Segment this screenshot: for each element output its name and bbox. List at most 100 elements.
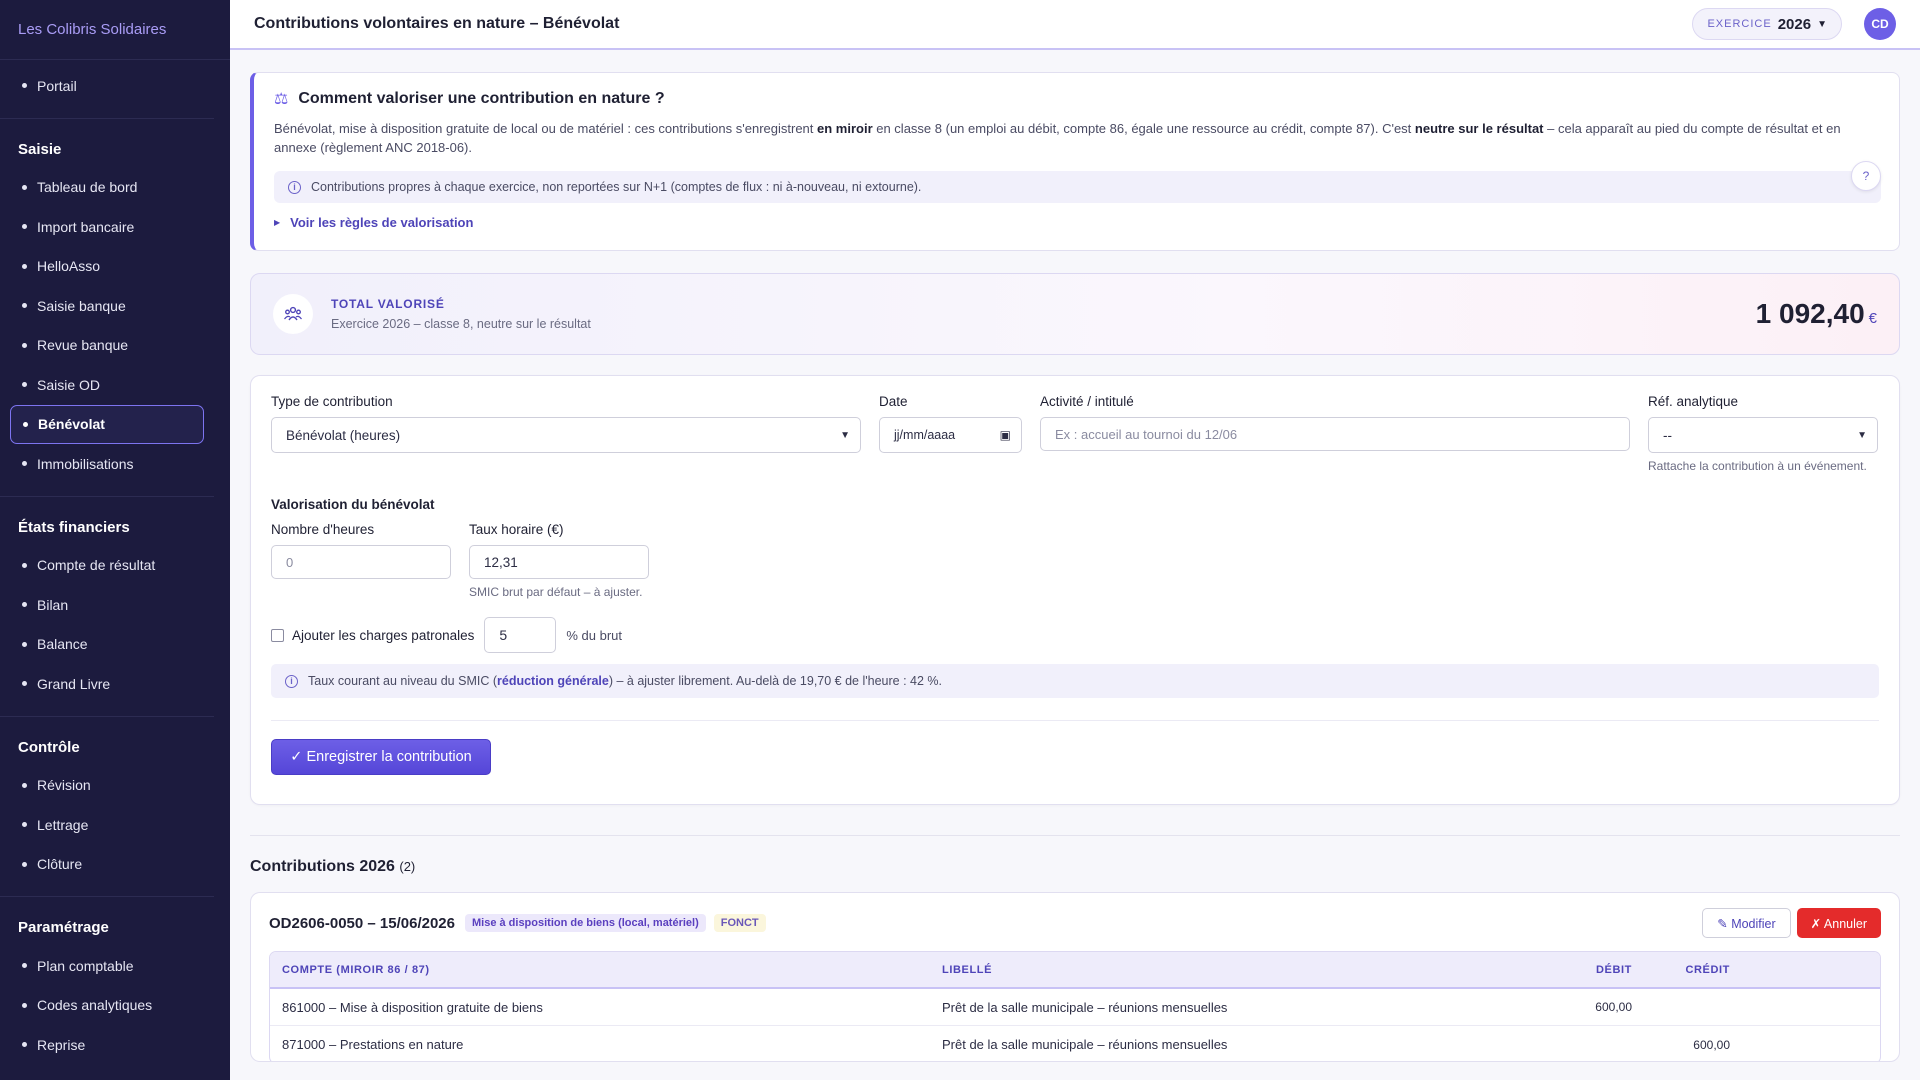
col-header-credit: CRÉDIT xyxy=(1685,963,1730,976)
activity-input[interactable]: Ex : accueil au tournoi du 12/06 xyxy=(1040,417,1630,451)
od-entry-header: OD2606-0050 – 15/06/2026 Mise à disposit… xyxy=(269,907,1881,939)
total-sub: Exercice 2026 – classe 8, neutre sur le … xyxy=(331,317,591,331)
sidebar-item-codes-analytiques[interactable]: Codes analytiques xyxy=(0,986,214,1026)
type-select[interactable]: Bénévolat (heures) ▼ xyxy=(271,417,861,453)
sidebar-item-revision[interactable]: Révision xyxy=(0,766,214,806)
od-entry-card: OD2606-0050 – 15/06/2026 Mise à disposit… xyxy=(250,892,1900,1062)
sidebar-item-label: Lettrage xyxy=(37,816,89,833)
type-select-value: Bénévolat (heures) xyxy=(286,427,401,443)
bullet-icon xyxy=(22,382,27,388)
sidebar-item-tableau-de-bord[interactable]: Tableau de bord xyxy=(0,168,214,208)
contributions-count: (2) xyxy=(399,859,416,874)
col-header-debit: DÉBIT xyxy=(1596,963,1632,976)
bullet-icon xyxy=(22,602,27,608)
nav-group-etats-financiers: États financiers Compte de résultat Bila… xyxy=(0,497,214,717)
bullet-icon xyxy=(22,461,27,467)
info-notice-text: Contributions propres à chaque exercice,… xyxy=(311,180,922,194)
activity-label: Activité / intitulé xyxy=(1040,394,1134,409)
date-input[interactable]: jj/mm/aaaa ▣ xyxy=(879,417,1022,453)
sidebar-item-immobilisations[interactable]: Immobilisations xyxy=(0,444,214,484)
hours-input[interactable]: 0 xyxy=(271,545,451,579)
cell-account: 871000 – Prestations en nature xyxy=(282,1037,464,1052)
hours-label: Nombre d'heures xyxy=(271,522,375,537)
bullet-icon xyxy=(22,303,27,309)
info-text-bold: en miroir xyxy=(817,121,873,136)
help-button[interactable]: ? xyxy=(1851,161,1881,191)
rules-disclosure-link[interactable]: ▶ Voir les règles de valorisation xyxy=(274,215,1881,230)
sidebar-item-revue-banque[interactable]: Revue banque xyxy=(0,326,214,366)
bullet-icon xyxy=(23,421,28,427)
sidebar-item-saisie-banque[interactable]: Saisie banque xyxy=(0,286,214,326)
info-text-bold: neutre sur le résultat xyxy=(1414,121,1544,136)
chevron-down-icon: ▼ xyxy=(1817,18,1827,30)
chevron-down-icon: ▼ xyxy=(840,429,850,441)
sidebar-item-label: Clôture xyxy=(37,856,83,873)
avatar[interactable]: CD xyxy=(1864,8,1896,40)
sidebar: Les Colibris Solidaires Portail Saisie T… xyxy=(0,0,230,1080)
sidebar-item-lettrage[interactable]: Lettrage xyxy=(0,805,214,845)
ref-label: Réf. analytique xyxy=(1648,394,1739,409)
sidebar-item-benevolat[interactable]: Bénévolat xyxy=(10,404,204,444)
bullet-icon xyxy=(22,83,27,89)
bullet-icon xyxy=(22,681,27,687)
section-separator xyxy=(250,835,1900,836)
charges-input[interactable]: 5 xyxy=(484,617,557,653)
bullet-icon xyxy=(22,562,27,568)
sidebar-item-saisie-od[interactable]: Saisie OD xyxy=(0,365,214,405)
people-icon-svg xyxy=(284,306,302,321)
contributions-title-text: Contributions 2026 xyxy=(250,858,395,875)
sidebar-item-balance[interactable]: Balance xyxy=(0,625,214,665)
people-icon xyxy=(273,294,313,334)
bullet-icon xyxy=(22,342,27,348)
sidebar-item-compte-de-resultat[interactable]: Compte de résultat xyxy=(0,546,214,586)
cancel-button[interactable]: ✗ Annuler xyxy=(1796,908,1881,938)
info-text: Bénévolat, mise à disposition gratuite d… xyxy=(274,119,1881,157)
sidebar-item-label: Compte de résultat xyxy=(37,557,156,574)
info-notice: i Contributions propres à chaque exercic… xyxy=(274,171,1881,203)
charges-label: Ajouter les charges patronales xyxy=(292,627,475,643)
info-title: ⚖ Comment valoriser une contribution en … xyxy=(274,89,1881,109)
date-field: Date jj/mm/aaaa ▣ xyxy=(879,394,1022,473)
info-icon: i xyxy=(288,180,301,194)
table-row: 871000 – Prestations en nature Prêt de l… xyxy=(270,1026,1880,1061)
modify-button[interactable]: ✎ Modifier xyxy=(1702,908,1791,938)
nav-group-title: Contrôle xyxy=(18,738,80,756)
bullet-icon xyxy=(22,641,27,647)
ref-select-value: -- xyxy=(1663,427,1672,443)
ref-hint: Rattache la contribution à un événement. xyxy=(1648,459,1867,473)
rate-field: Taux horaire (€) 12,31 SMIC brut par déf… xyxy=(469,522,649,599)
activity-field: Activité / intitulé Ex : accueil au tour… xyxy=(1040,394,1630,473)
charges-notice: i Taux courant au niveau du SMIC (réduct… xyxy=(271,664,1879,698)
brand-logo[interactable]: Les Colibris Solidaires xyxy=(0,0,230,60)
exercice-selector[interactable]: EXERCICE 2026 ▼ xyxy=(1692,8,1842,40)
sidebar-item-helloasso[interactable]: HelloAsso xyxy=(0,247,214,287)
save-contribution-button[interactable]: ✓ Enregistrer la contribution xyxy=(271,739,491,775)
charges-checkbox[interactable] xyxy=(271,628,284,642)
exercice-value: 2026 xyxy=(1777,15,1812,33)
sidebar-item-cloture[interactable]: Clôture xyxy=(0,845,214,885)
ref-select[interactable]: -- ▼ xyxy=(1648,417,1878,453)
type-label: Type de contribution xyxy=(271,394,393,409)
sidebar-item-grand-livre[interactable]: Grand Livre xyxy=(0,664,214,704)
bullet-icon xyxy=(22,1002,27,1008)
sidebar-item-label: Tableau de bord xyxy=(37,179,138,196)
scale-icon: ⚖ xyxy=(274,91,289,108)
table-row: 861000 – Mise à disposition gratuite de … xyxy=(270,989,1880,1026)
sidebar-item-bilan[interactable]: Bilan xyxy=(0,585,214,625)
sidebar-item-import-bancaire[interactable]: Import bancaire xyxy=(0,207,214,247)
nav-group-top: Portail xyxy=(0,60,214,119)
sidebar-item-reprise[interactable]: Reprise xyxy=(0,1025,214,1065)
charges-unit: % du brut xyxy=(566,627,623,643)
sidebar-item-plan-comptable[interactable]: Plan comptable xyxy=(0,946,214,986)
sidebar-item-portail[interactable]: Portail xyxy=(0,66,214,106)
valorisation-title: Valorisation du bénévolat xyxy=(271,497,435,512)
bullet-icon xyxy=(22,822,27,828)
sidebar-item-label: Codes analytiques xyxy=(37,997,153,1014)
sidebar-item-label: Import bancaire xyxy=(37,218,135,235)
sidebar-item-label: Saisie OD xyxy=(37,376,101,393)
sidebar-item-label: Revue banque xyxy=(37,337,129,354)
sidebar-item-label: Bilan xyxy=(37,596,69,613)
rate-input[interactable]: 12,31 xyxy=(469,545,649,579)
notice-bold: réduction générale xyxy=(497,674,609,688)
cell-label: Prêt de la salle municipale – réunions m… xyxy=(942,999,1228,1015)
